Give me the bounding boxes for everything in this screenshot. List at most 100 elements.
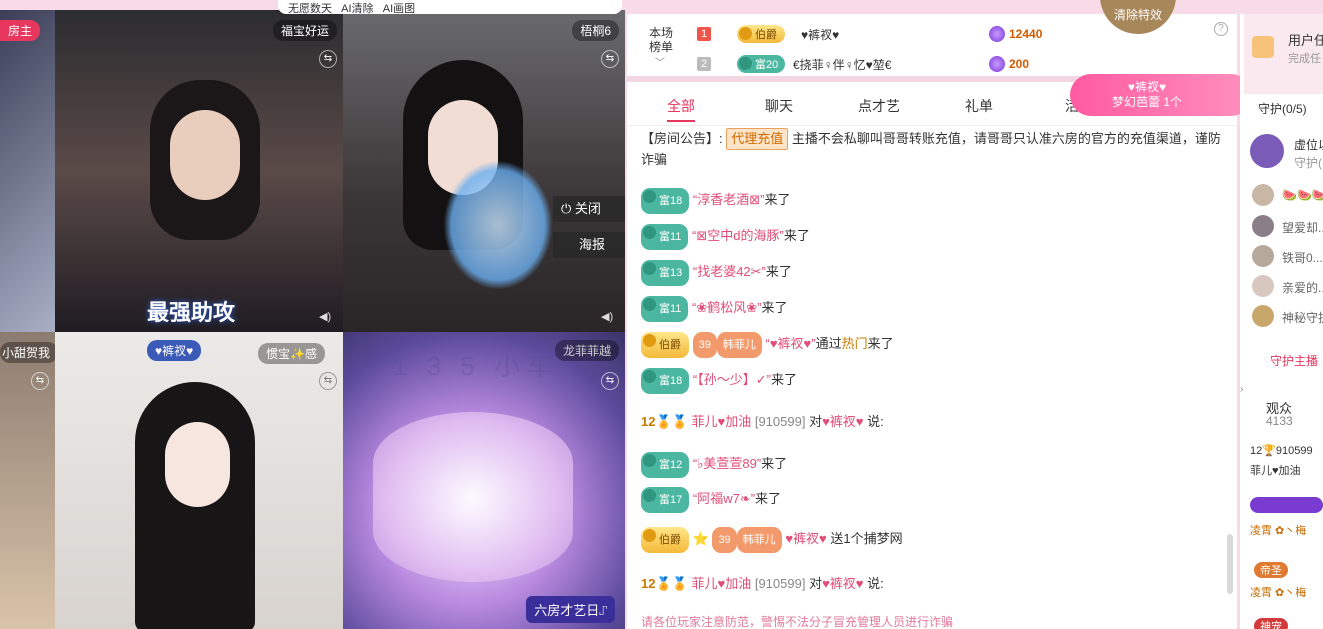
avatar[interactable] bbox=[1252, 184, 1274, 206]
chat-user[interactable]: “找老婆42✂” bbox=[693, 264, 766, 279]
chat-message: 富13 “找老婆42✂”来了 bbox=[641, 260, 792, 286]
chat-action: 来了 bbox=[783, 228, 810, 243]
audience-badge: 神宠 bbox=[1254, 618, 1288, 629]
user-id: [910599] bbox=[754, 576, 806, 591]
video-cell-host[interactable]: 房主 bbox=[0, 10, 55, 332]
floatbar-item[interactable]: AI画图 bbox=[383, 3, 415, 14]
chat-user[interactable]: “⊠空中d的海豚” bbox=[692, 228, 784, 243]
chat-user[interactable]: “淳香老酒⊠” bbox=[693, 192, 765, 207]
floating-car-text: 1 3 5 小车 bbox=[393, 351, 559, 381]
rank-row[interactable]: 2 富20 €挠菲♀伴♀忆♥堃€ 200 bbox=[627, 52, 1227, 76]
tab-talent[interactable]: 点才艺 bbox=[858, 96, 900, 120]
chat-message: 伯爵 39 韩菲儿 “♥裤衩♥”通过热门来了 bbox=[641, 332, 894, 358]
chat-user[interactable]: “❀鹤松风❀” bbox=[692, 300, 761, 315]
video-cell-3-tag: 梧桐6 bbox=[572, 20, 619, 41]
chat-user[interactable]: 菲儿♥加油 bbox=[691, 576, 751, 591]
video-cell-6[interactable]: 1 3 5 小车 龙菲菲越 ⇆ 六房才艺日⑀ bbox=[343, 332, 625, 629]
chat-message: 富18 “【孙～少】✓”来了 bbox=[641, 368, 797, 394]
floatbar-item[interactable]: AI清除 bbox=[341, 3, 373, 14]
hot-link[interactable]: 热门 bbox=[842, 336, 868, 351]
avatar[interactable] bbox=[1252, 245, 1274, 267]
video-cell-4-tag: 小甜贺我 bbox=[0, 342, 55, 363]
avatar[interactable] bbox=[1252, 215, 1274, 237]
video-cell-5-tag: ♥裤衩♥ bbox=[147, 340, 202, 361]
guard-tab[interactable]: 守护(0/5) bbox=[1258, 100, 1307, 117]
video-cell-3[interactable]: 梧桐6 ⇆ ⏻ 关闭 海报 ◀) bbox=[343, 10, 625, 332]
task-subtitle: 完成任 bbox=[1288, 53, 1321, 65]
notice-prefix: 【房间公告】: bbox=[641, 131, 723, 146]
top-floatbar: 无愿数天 AI清除 AI画图 bbox=[278, 0, 622, 14]
chat-action: 来了 bbox=[765, 264, 792, 279]
wealth-badge: 富17 bbox=[641, 487, 690, 513]
level-badge: 39 bbox=[712, 527, 737, 553]
chevron-right-icon[interactable]: › bbox=[1240, 384, 1243, 395]
bottom-hint: 请各位玩家注意防范，警惕不法分子冒充管理人员进行诈骗 bbox=[641, 615, 954, 629]
chat-user[interactable]: “【孙～少】✓” bbox=[693, 372, 771, 387]
chat-action: 来了 bbox=[770, 372, 797, 387]
close-label: 关闭 bbox=[574, 201, 601, 216]
chat-message: 富11 “⊠空中d的海豚”来了 bbox=[641, 224, 810, 250]
chat-user[interactable]: “♭美萱萱89” bbox=[693, 456, 761, 471]
volume-icon[interactable]: ◀) bbox=[601, 310, 617, 324]
agent-recharge-link[interactable]: 代理充值 bbox=[726, 128, 789, 150]
avatar[interactable] bbox=[1252, 275, 1274, 297]
streamer-face bbox=[165, 422, 230, 507]
rank-number: 2 bbox=[697, 57, 711, 71]
close-button[interactable]: ⏻ 关闭 bbox=[553, 196, 625, 222]
audience-item: 凌霄 ✿丶梅 bbox=[1250, 525, 1307, 537]
room-badge[interactable]: 六房才艺日⑀ bbox=[526, 596, 615, 623]
video-cell-5[interactable]: ♥裤衩♥ ⇆ bbox=[55, 332, 343, 629]
chat-user[interactable]: “♥裤衩♥” bbox=[766, 336, 816, 351]
chat-action: 对 bbox=[809, 414, 823, 429]
chat-action: 来了 bbox=[764, 192, 791, 207]
swap-icon[interactable]: ⇆ bbox=[319, 372, 337, 390]
chat-action: 通过 bbox=[815, 336, 842, 351]
wealth-badge: 富12 bbox=[641, 452, 690, 478]
swap-icon[interactable]: ⇆ bbox=[319, 50, 337, 68]
fan-badge: 韩菲儿 bbox=[736, 527, 782, 553]
floatbar-item[interactable]: 无愿数天 bbox=[288, 3, 332, 14]
video-cell-2[interactable]: 福宝好运 ⇆ 最强助攻 ◀) bbox=[55, 10, 343, 332]
tab-gifts[interactable]: 礼单 bbox=[965, 96, 993, 120]
guard-user: 亲爱的... bbox=[1282, 281, 1323, 295]
diamond-icon bbox=[989, 56, 1005, 72]
wealth-badge: 富11 bbox=[641, 224, 689, 250]
chat-action: 说: bbox=[867, 414, 884, 429]
chat-target[interactable]: ♥裤衩♥ bbox=[822, 576, 863, 591]
swap-icon[interactable]: ⇆ bbox=[31, 372, 49, 390]
guard-seat-icon bbox=[1250, 134, 1284, 168]
swap-icon[interactable]: ⇆ bbox=[601, 50, 619, 68]
video-cell-4[interactable]: 小甜贺我 ⇆ bbox=[0, 332, 55, 629]
medal-icon: 🏅🏅 bbox=[655, 414, 692, 429]
video-grid: 房主 福宝好运 ⇆ 最强助攻 ◀) 梧桐6 ⇆ ⏻ 关闭 海报 ◀) 小甜贺我 … bbox=[0, 10, 625, 629]
chat-scrollbar[interactable] bbox=[1227, 534, 1233, 594]
poster-button[interactable]: 海报 bbox=[553, 232, 625, 258]
rank-score: 200 bbox=[1009, 57, 1030, 71]
chat-user[interactable]: ♥裤衩♥ bbox=[785, 531, 826, 546]
fan-badge: 韩菲儿 bbox=[716, 332, 762, 358]
chat-action: 对 bbox=[809, 576, 823, 591]
user-id: [910599] bbox=[754, 414, 806, 429]
music-box-gift-effect bbox=[373, 412, 573, 582]
chat-target[interactable]: ♥裤衩♥ bbox=[822, 414, 863, 429]
chat-message: 伯爵 ⭐ 39 韩菲儿 ♥裤衩♥ 送1个捕梦网 bbox=[641, 527, 903, 553]
help-icon[interactable]: ? bbox=[1214, 22, 1228, 36]
video-cell-6-tag: 惯宝✨感 bbox=[258, 343, 325, 364]
avatar[interactable] bbox=[1252, 305, 1274, 327]
gift-name: 梦幻芭蕾 1个 bbox=[1111, 95, 1182, 109]
star-medal-icon: ⭐ bbox=[692, 531, 709, 546]
volume-icon[interactable]: ◀) bbox=[319, 310, 335, 324]
tab-all[interactable]: 全部 bbox=[667, 96, 695, 122]
gift-effect-banner[interactable]: ♥裤衩♥ 梦幻芭蕾 1个 bbox=[1070, 74, 1252, 116]
task-icon bbox=[1252, 36, 1274, 58]
noble-badge: 伯爵 bbox=[737, 25, 785, 43]
chat-user[interactable]: 菲儿♥加油 bbox=[691, 414, 751, 429]
gift-sender: ♥裤衩♥ bbox=[1127, 80, 1167, 94]
swap-icon[interactable]: ⇆ bbox=[601, 372, 619, 390]
chat-user[interactable]: “阿福w7❧” bbox=[693, 491, 755, 506]
rank-user-name: €挠菲♀伴♀忆♥堃€ bbox=[793, 58, 892, 72]
tab-chat[interactable]: 聊天 bbox=[765, 96, 793, 120]
chat-action: 来了 bbox=[761, 300, 788, 315]
guard-host-link[interactable]: 守护主播 bbox=[1270, 352, 1318, 369]
host-tag: 房主 bbox=[0, 20, 41, 41]
